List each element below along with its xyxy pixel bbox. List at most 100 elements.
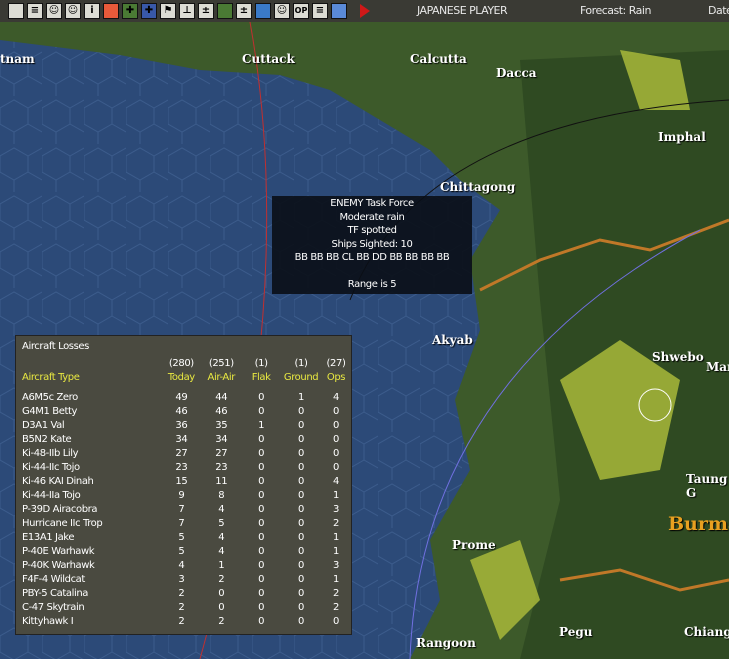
loss-value: 1 [333, 532, 339, 543]
end-turn-play-icon[interactable] [360, 4, 370, 18]
loss-value: 0 [333, 434, 339, 445]
loss-value: 2 [178, 588, 185, 599]
loss-value: 4 [218, 546, 225, 557]
loss-value: 11 [215, 476, 228, 487]
loss-value: 0 [298, 504, 305, 515]
loss-value: 7 [178, 504, 185, 515]
map-label: Pegu [559, 625, 593, 639]
aircraft-type: Kittyhawk I [22, 616, 74, 627]
tooltip-line [272, 265, 472, 279]
toolbar-button-op[interactable]: OP [293, 3, 309, 19]
aircraft-type: Ki-44-IIa Tojo [22, 490, 81, 501]
toolbar-button-list[interactable]: ≡ [27, 3, 43, 19]
table-row: P-40E Warhawk 5 4 0 0 1 [22, 545, 351, 559]
col-header: Aircraft Type [22, 372, 80, 383]
loss-value: 0 [298, 616, 305, 627]
tooltip-line: BB BB BB CL BB DD BB BB BB BB [294, 252, 450, 263]
map-label: Akyab [432, 333, 473, 347]
col-header: Ground [283, 372, 319, 383]
tooltip-line: Ships Sighted: 10 [331, 238, 413, 250]
tooltip-line: ENEMY Task Force [330, 198, 414, 209]
loss-value: 0 [298, 588, 305, 599]
loss-value: 0 [258, 574, 265, 585]
aircraft-type: F4F-4 Wildcat [22, 574, 85, 585]
loss-value: 0 [333, 462, 339, 473]
col-header: Ops [326, 372, 346, 383]
loss-value: 2 [218, 616, 225, 627]
player-label: JAPANESE PLAYER [417, 4, 508, 17]
toolbar-button-air-green[interactable]: ✚ [122, 3, 138, 19]
toolbar-button-group[interactable]: ☺ [46, 3, 62, 19]
tooltip-line: Moderate rain [339, 211, 405, 223]
loss-value: 0 [258, 518, 265, 529]
globe-icon[interactable] [255, 3, 271, 19]
loss-value: 4 [333, 476, 339, 487]
date-label: Date [708, 4, 729, 17]
aircraft-type: P-40E Warhawk [22, 546, 95, 557]
loss-value: 1 [258, 420, 265, 431]
rising-sun-icon[interactable] [103, 3, 119, 19]
loss-value: 0 [298, 448, 305, 459]
toolbar-button-i[interactable]: i [84, 3, 100, 19]
task-force-tooltip: ENEMY Task Force Moderate rain TF spotte… [272, 196, 472, 294]
loss-value: 0 [258, 602, 265, 613]
table-row: F4F-4 Wildcat 3 2 0 0 1 [22, 573, 351, 587]
flag-icon[interactable]: ⚑ [160, 3, 176, 19]
loss-value: 0 [298, 462, 305, 473]
loss-value: 0 [298, 532, 305, 543]
col-header: Air-Air [207, 372, 236, 383]
loss-value: 0 [333, 406, 339, 417]
table-row: B5N2 Kate 34 34 0 0 0 [22, 433, 351, 447]
loss-value: 0 [258, 560, 265, 571]
ship2-icon[interactable]: ± [198, 3, 214, 19]
loss-value: 1 [218, 560, 225, 571]
loss-value: 36 [175, 420, 188, 431]
loss-value: 0 [258, 616, 265, 627]
toolbar-button-group3[interactable]: ☺ [274, 3, 290, 19]
aircraft-type: E13A1 Jake [22, 532, 75, 543]
table-row: P-40K Warhawk 4 1 0 0 3 [22, 559, 351, 573]
map-label: Taung G [686, 472, 728, 500]
report-icon[interactable]: ≡ [312, 3, 328, 19]
loss-value: 0 [258, 462, 265, 473]
loss-value: 0 [298, 420, 305, 431]
loss-value: 9 [178, 490, 185, 501]
ship-icon[interactable]: ⊥ [179, 3, 195, 19]
loss-value: 5 [218, 518, 225, 529]
loss-value: 0 [258, 532, 265, 543]
loss-value: 0 [258, 448, 265, 459]
col-header: Flak [251, 372, 271, 383]
loss-value: 2 [178, 602, 185, 613]
loss-value: 0 [258, 434, 265, 445]
toolbar-button-info[interactable] [8, 3, 24, 19]
loss-value: 0 [298, 476, 305, 487]
loss-value: 1 [333, 546, 339, 557]
loss-value: 4 [218, 532, 225, 543]
map-label: Rangoon [416, 636, 476, 650]
loss-value: 4 [218, 504, 225, 515]
loss-value: 0 [258, 476, 265, 487]
aircraft-type: PBY-5 Catalina [22, 588, 88, 599]
loss-value: 0 [218, 588, 225, 599]
aircraft-type: C-47 Skytrain [22, 602, 85, 613]
loss-value: 34 [215, 434, 228, 445]
table-row: D3A1 Val 36 35 1 0 0 [22, 419, 351, 433]
toolbar-button-group2[interactable]: ☺ [65, 3, 81, 19]
loss-value: 46 [215, 406, 228, 417]
map-label: tnam [0, 52, 35, 66]
table-row: C-47 Skytrain 2 0 0 0 2 [22, 601, 351, 615]
loss-value: 0 [218, 602, 225, 613]
col-header: Today [167, 372, 195, 383]
toolbar-button-air-blue[interactable]: ✚ [141, 3, 157, 19]
tooltip-line: Range is 5 [347, 279, 397, 290]
ground-icon[interactable] [217, 3, 233, 19]
map-label: Man [706, 360, 729, 374]
loss-value: 27 [175, 448, 188, 459]
table-row: PBY-5 Catalina 2 0 0 0 2 [22, 587, 351, 601]
base-icon[interactable]: ± [236, 3, 252, 19]
total-ground: (1) [294, 358, 308, 369]
sky-icon[interactable] [331, 3, 347, 19]
aircraft-type: Ki-46 KAI Dinah [22, 476, 94, 487]
aircraft-type: A6M5c Zero [22, 392, 78, 403]
total-flak: (1) [254, 358, 268, 369]
